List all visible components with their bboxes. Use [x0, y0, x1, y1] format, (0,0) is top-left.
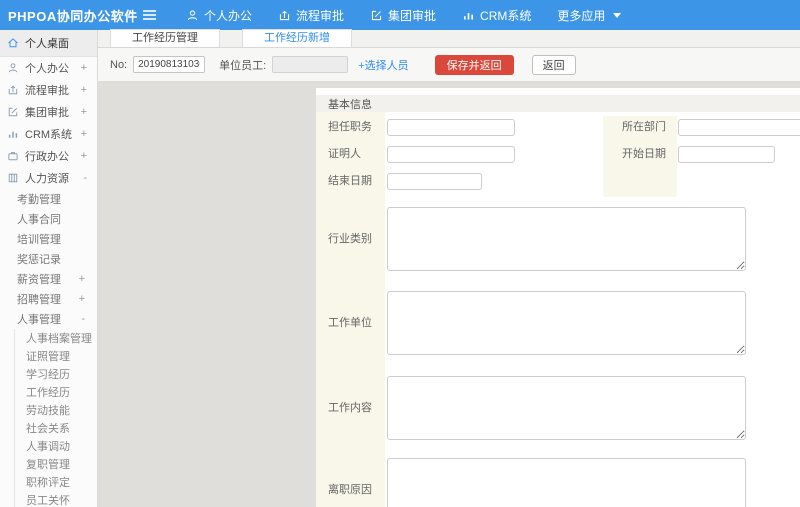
sidebar-item-personal-office[interactable]: 个人办公 +: [0, 57, 97, 79]
department-input[interactable]: [678, 119, 800, 136]
sidebar-item-admin-office[interactable]: 行政办公 +: [0, 145, 97, 167]
expand-plus-icon[interactable]: +: [81, 150, 87, 162]
main-area: 工作经历管理 工作经历新增 No: 单位员工: +选择人员 保存并返回 返回 基…: [98, 29, 800, 507]
sidebar: 个人桌面 个人办公 + 流程审批 + 集团审批 + CRM系统 + 行政办公 +…: [0, 30, 98, 507]
sidebar-item-attendance-mgmt[interactable]: 考勤管理: [0, 189, 97, 209]
bar-chart-icon: [8, 131, 18, 138]
sidebar-item-process-approval[interactable]: 流程审批 +: [0, 79, 97, 101]
expand-plus-icon[interactable]: +: [81, 106, 87, 118]
bar-chart-icon: [464, 12, 474, 20]
industry-label: 行业类别: [328, 233, 372, 245]
nav-more-apps[interactable]: 更多应用: [544, 0, 634, 30]
sidebar-item-reinstatement-mgmt[interactable]: 复职管理: [15, 455, 97, 473]
caret-down-icon: [613, 12, 622, 18]
sidebar-item-social-relations[interactable]: 社会关系: [15, 419, 97, 437]
sidebar-item-personnel-transfer[interactable]: 人事调动: [15, 437, 97, 455]
sidebar-item-human-resources[interactable]: 人力资源 -: [0, 167, 97, 189]
expand-plus-icon[interactable]: +: [81, 128, 87, 140]
topbar: PHPOA协同办公软件 个人办公 流程审批 集团审批 CRM系统 更多应用: [0, 0, 800, 30]
personnel-submenu: 人事档案管理 证照管理 学习经历 工作经历 劳动技能 社会关系 人事调动 复职管…: [14, 329, 97, 507]
form-body: 担任职务 所在部门 证明人 开始日期 结束日期 行业类别 工作单位 工作内容 离…: [316, 112, 800, 507]
leave-reason-label: 离职原因: [328, 484, 372, 496]
start-date-input[interactable]: [678, 146, 775, 163]
app-logo: PHPOA协同办公软件: [8, 8, 138, 24]
process-icon: [8, 85, 18, 95]
nav-personal-office[interactable]: 个人办公: [173, 0, 265, 30]
sidebar-item-salary-mgmt[interactable]: 薪资管理 +: [0, 269, 97, 289]
content-area: 基本信息 担任职务 所在部门 证明人 开始日期 结束日期 行业类别 工作单位 工…: [98, 82, 800, 507]
end-date-input[interactable]: [387, 173, 482, 190]
back-button[interactable]: 返回: [531, 54, 576, 75]
sidebar-item-crm-system[interactable]: CRM系统 +: [0, 123, 97, 145]
toolbar: No: 单位员工: +选择人员 保存并返回 返回: [98, 48, 800, 82]
expand-plus-icon[interactable]: +: [81, 62, 87, 74]
hamburger-menu-icon[interactable]: [142, 9, 157, 21]
industry-textarea[interactable]: [387, 207, 746, 271]
start-date-label: 开始日期: [622, 148, 666, 160]
position-input[interactable]: [387, 119, 515, 136]
expand-plus-icon[interactable]: +: [79, 273, 85, 285]
briefcase-icon: [8, 152, 18, 161]
section-title: 基本信息: [316, 95, 800, 112]
sidebar-item-title-evaluation[interactable]: 职称评定: [15, 473, 97, 491]
home-icon: [8, 38, 18, 48]
position-label: 担任职务: [328, 121, 372, 133]
job-content-label: 工作内容: [328, 402, 372, 414]
certifier-label: 证明人: [328, 148, 361, 160]
employee-label: 单位员工:: [219, 59, 267, 72]
building-icon: [8, 173, 18, 183]
top-navigation: 个人办公 流程审批 集团审批 CRM系统 更多应用: [173, 0, 634, 30]
sidebar-item-study-experience[interactable]: 学习经历: [15, 365, 97, 383]
end-date-label: 结束日期: [328, 175, 372, 187]
sidebar-item-labor-skills[interactable]: 劳动技能: [15, 401, 97, 419]
sidebar-item-hr-contract[interactable]: 人事合同: [0, 209, 97, 229]
company-label: 工作单位: [328, 317, 372, 329]
sidebar-item-work-experience[interactable]: 工作经历: [15, 383, 97, 401]
save-and-return-button[interactable]: 保存并返回: [434, 54, 514, 75]
expand-plus-icon[interactable]: +: [81, 84, 87, 96]
sidebar-item-training-mgmt[interactable]: 培训管理: [0, 229, 97, 249]
expand-minus-icon[interactable]: -: [83, 172, 87, 184]
sidebar-item-reward-records[interactable]: 奖惩记录: [0, 249, 97, 269]
sidebar-item-employee-care[interactable]: 员工关怀: [15, 491, 97, 507]
no-label: No:: [110, 58, 128, 71]
department-label: 所在部门: [622, 121, 666, 133]
certifier-input[interactable]: [387, 146, 515, 163]
sidebar-item-personnel-mgmt[interactable]: 人事管理 -: [0, 309, 97, 329]
employee-input[interactable]: [272, 56, 349, 73]
sidebar-item-license-mgmt[interactable]: 证照管理: [15, 347, 97, 365]
form-panel: 基本信息 担任职务 所在部门 证明人 开始日期 结束日期 行业类别 工作单位 工…: [316, 88, 800, 507]
select-person-link[interactable]: +选择人员: [358, 57, 408, 73]
tab-bar: 工作经历管理 工作经历新增: [98, 29, 800, 48]
sidebar-item-recruit-mgmt[interactable]: 招聘管理 +: [0, 289, 97, 309]
nav-group-approval[interactable]: 集团审批: [357, 0, 449, 30]
no-input[interactable]: [133, 56, 206, 73]
tab-work-experience-new[interactable]: 工作经历新增: [242, 29, 352, 47]
company-textarea[interactable]: [387, 291, 746, 355]
user-icon: [8, 63, 18, 73]
sidebar-item-desktop[interactable]: 个人桌面: [0, 30, 97, 57]
nav-crm-system[interactable]: CRM系统: [449, 0, 544, 30]
tab-work-experience-mgmt[interactable]: 工作经历管理: [110, 29, 220, 47]
edit-approve-icon: [8, 107, 18, 117]
expand-plus-icon[interactable]: +: [79, 293, 85, 305]
edit-approve-icon: [371, 10, 382, 20]
job-content-textarea[interactable]: [387, 376, 746, 440]
process-icon: [279, 10, 290, 20]
user-icon: [187, 9, 198, 20]
leave-reason-textarea[interactable]: [387, 458, 746, 507]
sidebar-item-group-approval[interactable]: 集团审批 +: [0, 101, 97, 123]
sidebar-item-personnel-archive[interactable]: 人事档案管理: [15, 329, 97, 347]
expand-minus-icon[interactable]: -: [81, 313, 85, 325]
nav-process-approval[interactable]: 流程审批: [265, 0, 357, 30]
